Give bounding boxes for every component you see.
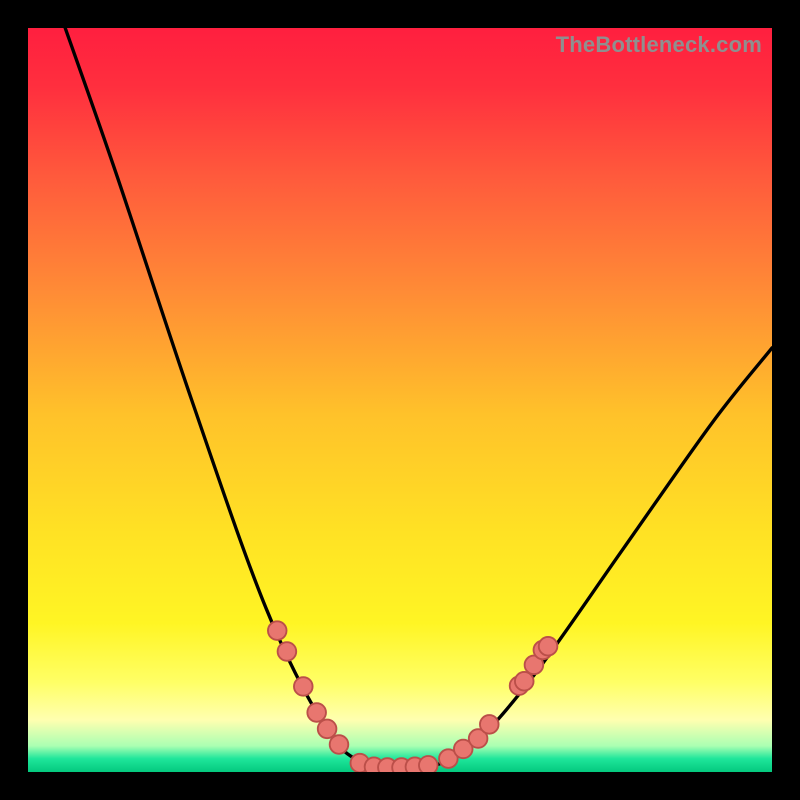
curve-marker — [539, 637, 558, 656]
chart-svg — [28, 28, 772, 772]
curve-marker — [268, 621, 287, 640]
curve-marker — [318, 720, 337, 739]
curve-marker — [294, 677, 313, 696]
curve-marker — [515, 672, 534, 691]
curve-marker — [419, 756, 438, 772]
watermark-text: TheBottleneck.com — [556, 32, 762, 58]
curve-marker — [278, 642, 297, 661]
curve-marker — [330, 735, 349, 754]
stage: TheBottleneck.com — [0, 0, 800, 800]
bottleneck-curve — [65, 28, 772, 768]
curve-marker — [307, 703, 326, 722]
plot-area: TheBottleneck.com — [28, 28, 772, 772]
curve-marker — [480, 715, 499, 734]
curve-markers — [268, 621, 557, 772]
